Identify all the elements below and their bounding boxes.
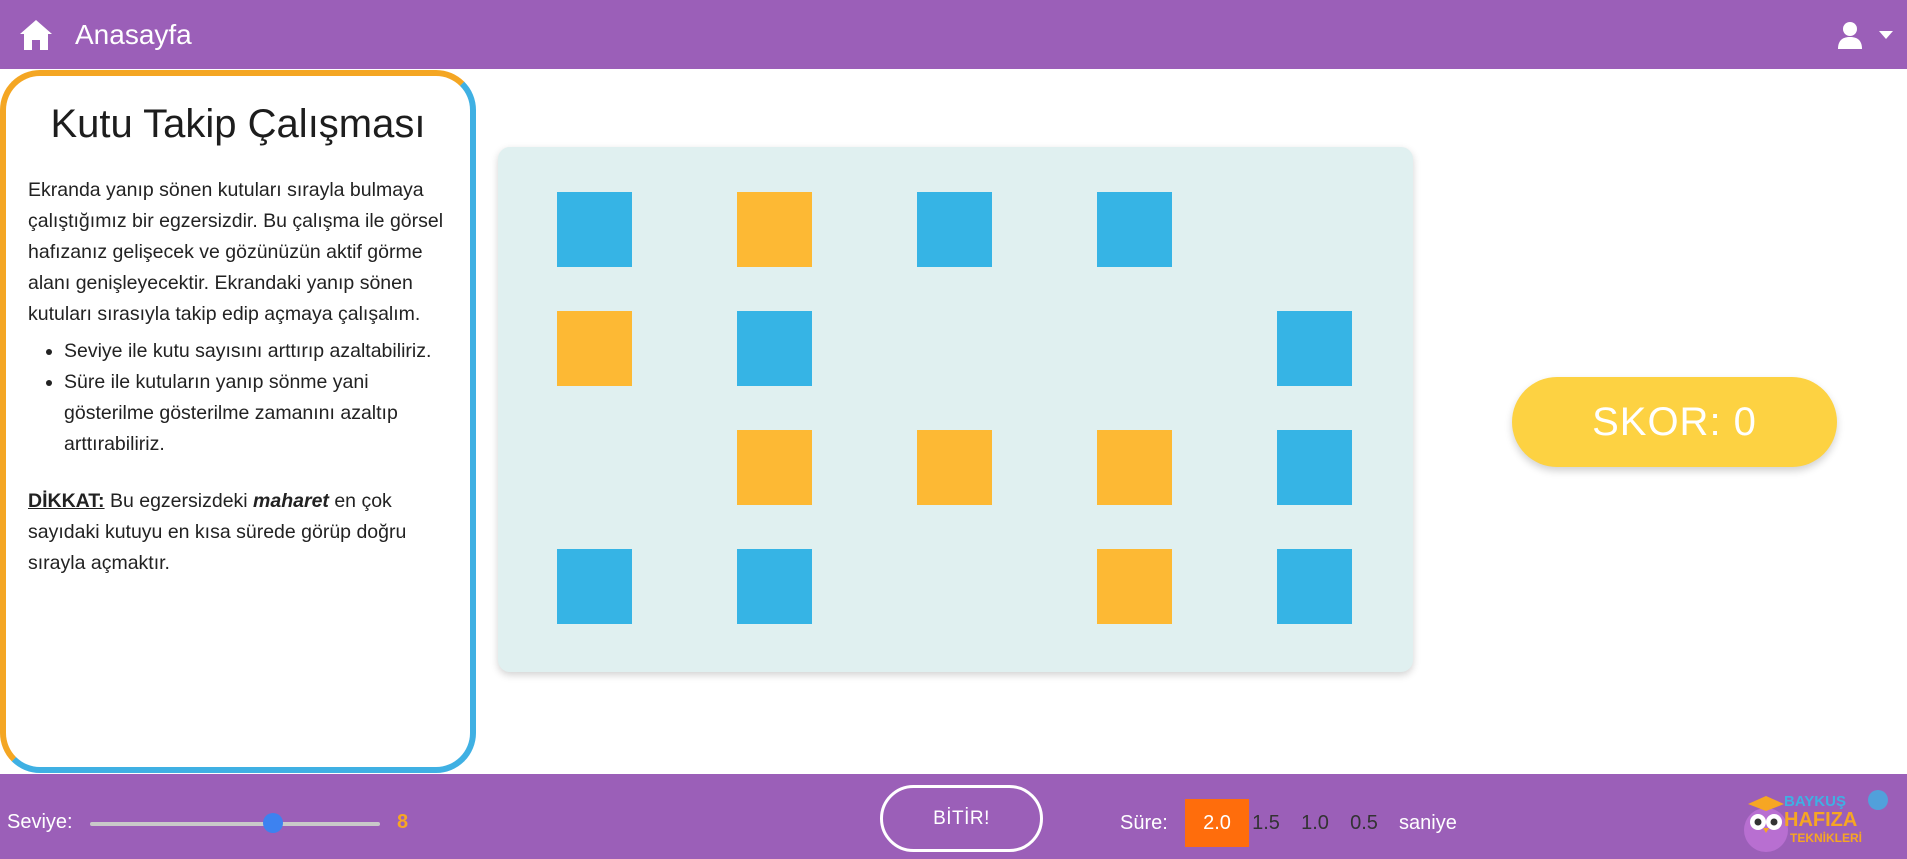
logo-text-mid: HAFIZA — [1784, 809, 1857, 831]
time-option-1-0[interactable]: 1.0 — [1298, 799, 1332, 847]
level-slider-track[interactable] — [90, 822, 380, 826]
box-r3-c4-orange[interactable] — [1097, 430, 1172, 505]
game-board — [498, 147, 1413, 672]
logo-text-top: BAYKUŞ — [1784, 793, 1846, 810]
logo-text-bottom: TEKNİKLERİ — [1790, 830, 1862, 845]
list-item: Süre ile kutuların yanıp sönme yani göst… — [64, 367, 448, 460]
box-r4-c2-blue[interactable] — [737, 549, 812, 624]
warning-text-part: Bu egzersizdeki — [104, 490, 254, 512]
box-r2-c1-orange[interactable] — [557, 311, 632, 386]
box-r3-c3-orange[interactable] — [917, 430, 992, 505]
time-option-0-5[interactable]: 0.5 — [1347, 799, 1381, 847]
time-option-1-5[interactable]: 1.5 — [1249, 799, 1283, 847]
baykus-logo: BAYKUŞ HAFIZA TEKNİKLERİ — [1744, 790, 1888, 852]
page-title: Kutu Takip Çalışması — [50, 102, 426, 146]
description-text: Ekranda yanıp sönen kutuları sırayla bul… — [28, 179, 444, 325]
level-slider-thumb[interactable] — [262, 813, 283, 833]
time-label: Süre: — [1120, 812, 1168, 834]
score-display: SKOR: 0 — [1512, 377, 1837, 467]
warning-text: DİKKAT: Bu egzersizdeki maharet en çok s… — [28, 486, 448, 579]
list-item: Seviye ile kutu sayısını arttırıp azalta… — [64, 336, 448, 367]
box-r2-c5-blue[interactable] — [1277, 311, 1352, 386]
box-r3-c2-orange[interactable] — [737, 430, 812, 505]
finish-button[interactable]: BİTİR! — [880, 785, 1043, 852]
level-label: Seviye: — [7, 811, 73, 833]
box-r1-c3-blue[interactable] — [917, 192, 992, 267]
box-r4-c1-blue[interactable] — [557, 549, 632, 624]
box-r1-c4-blue[interactable] — [1097, 192, 1172, 267]
chevron-down-icon — [1879, 31, 1893, 39]
time-unit-label: saniye — [1399, 812, 1457, 834]
level-value: 8 — [397, 811, 409, 833]
box-r2-c2-blue[interactable] — [737, 311, 812, 386]
box-r4-c4-orange[interactable] — [1097, 549, 1172, 624]
time-option-2-0[interactable]: 2.0 — [1185, 799, 1249, 847]
tips-list: Seviye ile kutu sayısını arttırıp azalta… — [64, 336, 448, 460]
home-icon[interactable] — [18, 18, 54, 52]
user-icon — [1838, 22, 1862, 49]
user-menu-toggle[interactable] — [1837, 18, 1893, 52]
box-r3-c5-blue[interactable] — [1277, 430, 1352, 505]
nav-home-link[interactable]: Anasayfa — [75, 18, 192, 52]
box-r1-c2-orange[interactable] — [737, 192, 812, 267]
top-navbar: Anasayfa — [0, 0, 1907, 69]
warning-label: DİKKAT: — [28, 490, 105, 512]
warning-emphasis: maharet — [253, 490, 329, 512]
box-r1-c1-blue[interactable] — [557, 192, 632, 267]
box-r4-c5-blue[interactable] — [1277, 549, 1352, 624]
instructions-card: Kutu Takip Çalışması Ekranda yanıp sönen… — [0, 70, 476, 773]
